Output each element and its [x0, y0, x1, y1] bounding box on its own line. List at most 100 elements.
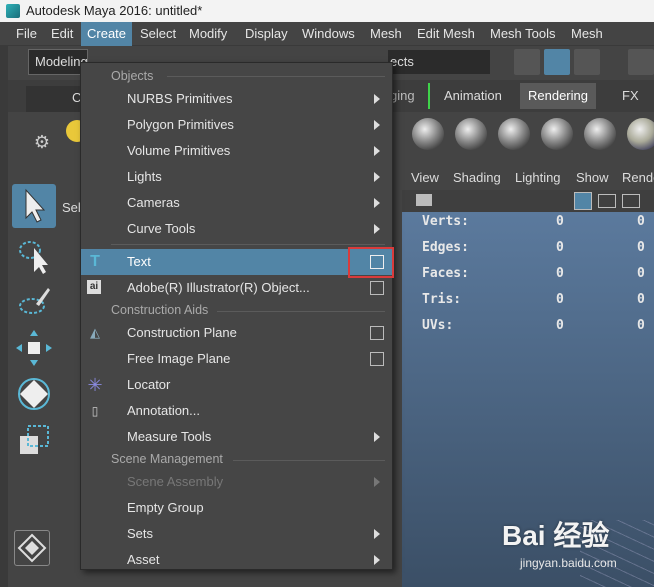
menu-set-dropdown[interactable]: Modeling — [28, 49, 88, 75]
menu-item-label: Free Image Plane — [127, 351, 231, 366]
shelf-left-tab[interactable]: C — [26, 86, 82, 112]
option-box-icon[interactable] — [370, 326, 384, 340]
section-divider — [167, 76, 385, 77]
menu-file[interactable]: File — [10, 22, 43, 46]
menu-item-label: Locator — [127, 377, 171, 392]
submenu-arrow-icon — [374, 198, 380, 208]
menu-mesh-display[interactable]: Mesh Display — [565, 22, 654, 65]
shader-icon[interactable] — [541, 118, 573, 150]
hud-verts-label: Verts: — [422, 214, 469, 229]
menu-item-empty-group[interactable]: Empty Group — [81, 495, 392, 521]
select-by-object-icon[interactable] — [544, 49, 570, 75]
menu-item-label: Empty Group — [127, 500, 204, 515]
section-scene-management: Scene Management — [111, 452, 223, 466]
objects-field[interactable]: ects — [388, 50, 490, 74]
menu-windows[interactable]: Windows — [296, 22, 361, 46]
menu-item-sets[interactable]: Sets — [81, 521, 392, 547]
title-bar: Autodesk Maya 2016: untitled* — [0, 0, 654, 22]
hud-edges-value: 0 — [637, 240, 645, 255]
menu-item-adobe-illustrator-object[interactable]: ai Adobe(R) Illustrator(R) Object... — [81, 275, 392, 301]
hud-edges-label: Edges: — [422, 240, 469, 255]
locator-icon: ✳ — [87, 375, 103, 395]
viewport-menu-view[interactable]: View — [411, 166, 439, 190]
film-gate-icon[interactable] — [598, 194, 616, 208]
menu-item-construction-plane[interactable]: ◭ Construction Plane — [81, 320, 392, 346]
select-by-hierarchy-icon[interactable] — [514, 49, 540, 75]
text-icon: T — [90, 253, 100, 270]
submenu-arrow-icon — [374, 172, 380, 182]
menu-item-label: Polygon Primitives — [127, 117, 234, 132]
viewport-menu-show[interactable]: Show — [576, 166, 609, 190]
menu-select[interactable]: Select — [134, 22, 182, 46]
submenu-arrow-icon — [374, 555, 380, 565]
shader-icon[interactable] — [498, 118, 530, 150]
option-box-icon[interactable] — [370, 281, 384, 295]
select-tool-icon[interactable] — [12, 184, 56, 228]
menu-item-measure-tools[interactable]: Measure Tools — [81, 424, 392, 450]
viewport-menu-lighting[interactable]: Lighting — [515, 166, 561, 190]
annotation-icon: ▯ — [91, 404, 99, 418]
menu-item-nurbs-primitives[interactable]: NURBS Primitives — [81, 86, 392, 112]
move-tool-icon[interactable] — [12, 326, 56, 370]
menu-mesh-tools[interactable]: Mesh Tools — [484, 22, 562, 46]
hud-edges-value: 0 — [556, 240, 564, 255]
hud-verts-value: 0 — [637, 214, 645, 229]
menu-item-label: Scene Assembly — [127, 474, 224, 489]
submenu-arrow-icon — [374, 432, 380, 442]
menu-modify[interactable]: Modify — [183, 22, 233, 46]
viewport-menu-renderer[interactable]: Rende — [622, 166, 654, 190]
menu-item-polygon-primitives[interactable]: Polygon Primitives — [81, 112, 392, 138]
rotate-tool-icon[interactable] — [12, 372, 56, 416]
menu-item-label: Lights — [127, 169, 162, 184]
window-title: Autodesk Maya 2016: untitled* — [26, 3, 203, 18]
tab-fx[interactable]: FX — [614, 83, 647, 109]
menu-item-volume-primitives[interactable]: Volume Primitives — [81, 138, 392, 164]
menu-item-lights[interactable]: Lights — [81, 164, 392, 190]
select-by-component-icon[interactable] — [574, 49, 600, 75]
section-construction-aids: Construction Aids — [111, 303, 209, 317]
lasso-tool-icon[interactable] — [12, 234, 56, 278]
menu-divider — [111, 244, 385, 245]
scale-tool-icon[interactable] — [12, 418, 56, 462]
menu-item-curve-tools[interactable]: Curve Tools — [81, 216, 392, 242]
menu-item-cameras[interactable]: Cameras — [81, 190, 392, 216]
menu-display[interactable]: Display — [239, 22, 294, 46]
resolution-gate-icon[interactable] — [622, 194, 640, 208]
option-box-icon[interactable] — [370, 352, 384, 366]
menu-mesh[interactable]: Mesh — [364, 22, 408, 46]
menu-edit[interactable]: Edit — [45, 22, 79, 46]
shader-icon[interactable] — [455, 118, 487, 150]
tab-rendering[interactable]: Rendering — [520, 83, 596, 109]
gear-icon[interactable]: ⚙ — [30, 130, 54, 154]
shader-icon[interactable] — [584, 118, 616, 150]
section-divider — [233, 460, 385, 461]
left-strip — [0, 46, 8, 587]
menu-item-locator[interactable]: ✳ Locator — [81, 372, 392, 398]
create-menu: Objects NURBS Primitives Polygon Primiti… — [80, 62, 393, 570]
menu-item-label: Annotation... — [127, 403, 200, 418]
menu-item-text[interactable]: T Text — [81, 249, 392, 275]
hud-uvs-label: UVs: — [422, 318, 454, 333]
menu-item-scene-assembly: Scene Assembly — [81, 469, 392, 495]
layout-icon[interactable] — [14, 530, 50, 566]
construction-plane-icon: ◭ — [90, 325, 100, 340]
paint-select-tool-icon[interactable] — [12, 280, 56, 324]
tab-rigging[interactable]: ging — [390, 83, 430, 109]
tab-animation[interactable]: Animation — [436, 83, 510, 109]
menu-create[interactable]: Create — [81, 22, 133, 46]
menu-item-label: Asset — [127, 552, 160, 567]
submenu-arrow-icon — [374, 94, 380, 104]
snap-icon[interactable] — [628, 49, 654, 75]
grid-icon[interactable] — [574, 192, 592, 210]
camera-icon[interactable] — [416, 194, 432, 206]
hud-tris-label: Tris: — [422, 292, 462, 307]
shader-icon[interactable] — [412, 118, 444, 150]
menu-item-annotation[interactable]: ▯ Annotation... — [81, 398, 392, 424]
menu-edit-mesh[interactable]: Edit Mesh — [411, 22, 481, 46]
menu-item-free-image-plane[interactable]: Free Image Plane — [81, 346, 392, 372]
viewport-menu-shading[interactable]: Shading — [453, 166, 501, 190]
viewport-menu: View Shading Lighting Show Rende — [402, 166, 654, 190]
shader-icon[interactable] — [627, 118, 654, 150]
illustrator-icon: ai — [87, 280, 101, 294]
menu-item-asset[interactable]: Asset — [81, 547, 392, 573]
